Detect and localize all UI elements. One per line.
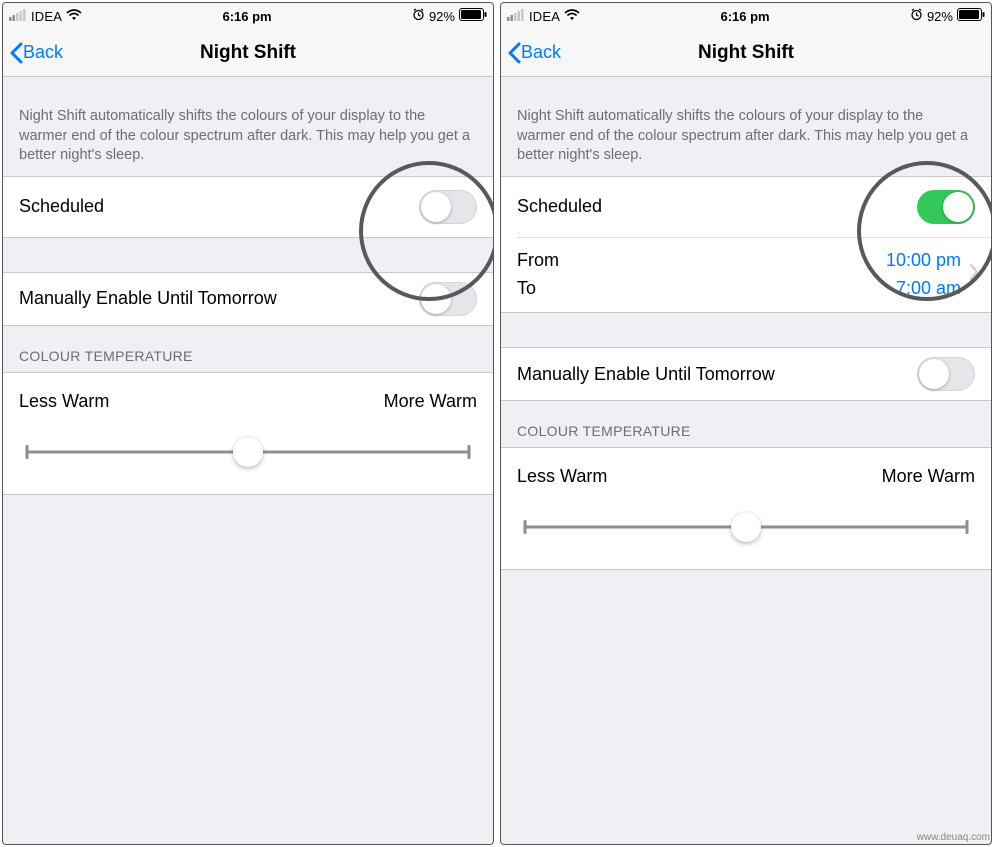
watermark: www.deuaq.com: [917, 832, 990, 843]
scheduled-label: Scheduled: [19, 196, 104, 217]
status-bar: IDEA 6:16 pm 92%: [3, 3, 493, 29]
schedule-time-row[interactable]: From To 10:00 pm 7:00 am: [501, 237, 991, 313]
status-bar: IDEA 6:16 pm 92%: [501, 3, 991, 29]
battery-icon: [957, 8, 985, 24]
back-label: Back: [23, 42, 63, 63]
temperature-slider[interactable]: [27, 436, 469, 468]
less-warm-label: Less Warm: [19, 391, 109, 412]
scheduled-label: Scheduled: [517, 196, 602, 217]
temperature-group: Less Warm More Warm: [501, 447, 991, 570]
battery-percent: 92%: [927, 9, 953, 24]
more-warm-label: More Warm: [882, 466, 975, 487]
alarm-icon: [412, 8, 425, 24]
slider-thumb[interactable]: [731, 512, 761, 542]
signal-icon: [507, 9, 525, 24]
to-value: 7:00 am: [886, 275, 961, 303]
battery-percent: 92%: [429, 9, 455, 24]
nav-bar: Back Night Shift: [3, 29, 493, 77]
carrier-label: IDEA: [31, 9, 62, 24]
clock-label: 6:16 pm: [720, 9, 769, 24]
scheduled-row[interactable]: Scheduled: [3, 177, 493, 237]
nav-bar: Back Night Shift: [501, 29, 991, 77]
description-text: Night Shift automatically shifts the col…: [501, 77, 991, 176]
chevron-left-icon: [9, 42, 23, 64]
slider-thumb[interactable]: [233, 437, 263, 467]
back-label: Back: [521, 42, 561, 63]
manual-enable-row[interactable]: Manually Enable Until Tomorrow: [3, 273, 493, 325]
signal-icon: [9, 9, 27, 24]
more-warm-label: More Warm: [384, 391, 477, 412]
chevron-left-icon: [507, 42, 521, 64]
page-title: Night Shift: [3, 42, 493, 64]
manual-enable-label: Manually Enable Until Tomorrow: [19, 288, 277, 309]
scheduled-row[interactable]: Scheduled: [501, 177, 991, 237]
colour-temperature-header: COLOUR TEMPERATURE: [501, 401, 991, 447]
back-button[interactable]: Back: [3, 42, 63, 64]
temperature-group: Less Warm More Warm: [3, 372, 493, 495]
temperature-slider[interactable]: [525, 511, 967, 543]
back-button[interactable]: Back: [501, 42, 561, 64]
manual-enable-label: Manually Enable Until Tomorrow: [517, 364, 775, 385]
battery-icon: [459, 8, 487, 24]
from-label: From: [517, 247, 886, 275]
to-label: To: [517, 275, 886, 303]
scheduled-group: Scheduled From To 10:00 pm 7:00 am: [501, 176, 991, 314]
clock-label: 6:16 pm: [222, 9, 271, 24]
phone-screen-left: IDEA 6:16 pm 92% Back Night Shift Night …: [2, 2, 494, 845]
scheduled-group: Scheduled: [3, 176, 493, 238]
manual-switch-off[interactable]: [917, 357, 975, 391]
scheduled-switch-on[interactable]: [917, 190, 975, 224]
colour-temperature-header: COLOUR TEMPERATURE: [3, 326, 493, 372]
carrier-label: IDEA: [529, 9, 560, 24]
wifi-icon: [564, 9, 580, 24]
scheduled-switch-off[interactable]: [419, 190, 477, 224]
description-text: Night Shift automatically shifts the col…: [3, 77, 493, 176]
manual-group: Manually Enable Until Tomorrow: [501, 347, 991, 401]
alarm-icon: [910, 8, 923, 24]
manual-enable-row[interactable]: Manually Enable Until Tomorrow: [501, 348, 991, 400]
manual-switch-off[interactable]: [419, 282, 477, 316]
page-title: Night Shift: [501, 42, 991, 64]
manual-group: Manually Enable Until Tomorrow: [3, 272, 493, 326]
chevron-right-icon: [967, 264, 981, 285]
less-warm-label: Less Warm: [517, 466, 607, 487]
phone-screen-right: IDEA 6:16 pm 92% Back Night Shift Night …: [500, 2, 992, 845]
from-value: 10:00 pm: [886, 247, 961, 275]
wifi-icon: [66, 9, 82, 24]
